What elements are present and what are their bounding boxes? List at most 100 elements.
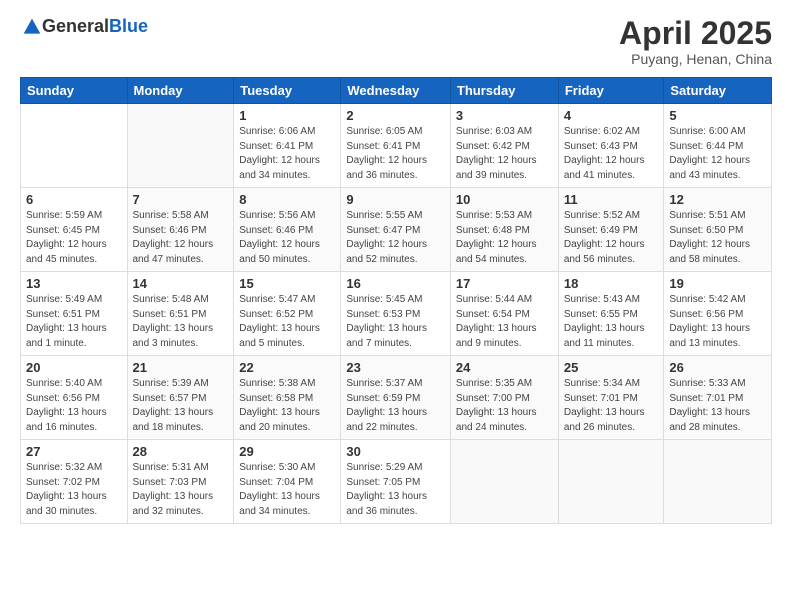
sunrise-text: Sunrise: 6:02 AM <box>564 125 659 140</box>
daylight-text: Daylight: 12 hours and 34 minutes. <box>239 154 335 183</box>
day-number: 30 <box>346 444 445 459</box>
sunset-text: Sunset: 7:04 PM <box>239 476 335 491</box>
calendar-week-row: 27Sunrise: 5:32 AMSunset: 7:02 PMDayligh… <box>21 440 772 524</box>
day-info: Sunrise: 5:56 AMSunset: 6:46 PMDaylight:… <box>239 209 335 267</box>
calendar-cell <box>450 440 558 524</box>
sunrise-text: Sunrise: 6:03 AM <box>456 125 553 140</box>
day-info: Sunrise: 5:59 AMSunset: 6:45 PMDaylight:… <box>26 209 122 267</box>
day-info: Sunrise: 5:34 AMSunset: 7:01 PMDaylight:… <box>564 377 659 435</box>
day-number: 25 <box>564 360 659 375</box>
calendar-cell: 5Sunrise: 6:00 AMSunset: 6:44 PMDaylight… <box>664 104 772 188</box>
calendar-cell: 29Sunrise: 5:30 AMSunset: 7:04 PMDayligh… <box>234 440 341 524</box>
day-number: 11 <box>564 192 659 207</box>
sunset-text: Sunset: 6:55 PM <box>564 308 659 323</box>
daylight-text: Daylight: 13 hours and 7 minutes. <box>346 322 445 351</box>
sunrise-text: Sunrise: 5:42 AM <box>669 293 766 308</box>
sunset-text: Sunset: 6:51 PM <box>133 308 229 323</box>
sunrise-text: Sunrise: 5:39 AM <box>133 377 229 392</box>
daylight-text: Daylight: 12 hours and 56 minutes. <box>564 238 659 267</box>
day-number: 17 <box>456 276 553 291</box>
day-number: 12 <box>669 192 766 207</box>
day-number: 15 <box>239 276 335 291</box>
day-info: Sunrise: 5:51 AMSunset: 6:50 PMDaylight:… <box>669 209 766 267</box>
day-number: 22 <box>239 360 335 375</box>
sunrise-text: Sunrise: 5:53 AM <box>456 209 553 224</box>
sunrise-text: Sunrise: 5:59 AM <box>26 209 122 224</box>
sunrise-text: Sunrise: 6:00 AM <box>669 125 766 140</box>
day-info: Sunrise: 5:39 AMSunset: 6:57 PMDaylight:… <box>133 377 229 435</box>
daylight-text: Daylight: 12 hours and 50 minutes. <box>239 238 335 267</box>
daylight-text: Daylight: 13 hours and 1 minute. <box>26 322 122 351</box>
daylight-text: Daylight: 13 hours and 36 minutes. <box>346 490 445 519</box>
sunset-text: Sunset: 6:50 PM <box>669 224 766 239</box>
calendar-cell: 2Sunrise: 6:05 AMSunset: 6:41 PMDaylight… <box>341 104 451 188</box>
weekday-header: Thursday <box>450 78 558 104</box>
day-number: 10 <box>456 192 553 207</box>
sunset-text: Sunset: 6:41 PM <box>239 140 335 155</box>
sunrise-text: Sunrise: 5:58 AM <box>133 209 229 224</box>
calendar-cell: 20Sunrise: 5:40 AMSunset: 6:56 PMDayligh… <box>21 356 128 440</box>
day-number: 18 <box>564 276 659 291</box>
daylight-text: Daylight: 13 hours and 13 minutes. <box>669 322 766 351</box>
calendar-cell <box>127 104 234 188</box>
day-number: 9 <box>346 192 445 207</box>
day-number: 16 <box>346 276 445 291</box>
sunset-text: Sunset: 7:01 PM <box>669 392 766 407</box>
day-number: 1 <box>239 108 335 123</box>
sunrise-text: Sunrise: 5:30 AM <box>239 461 335 476</box>
sunrise-text: Sunrise: 6:05 AM <box>346 125 445 140</box>
daylight-text: Daylight: 13 hours and 22 minutes. <box>346 406 445 435</box>
day-number: 23 <box>346 360 445 375</box>
logo-general: GeneralBlue <box>42 16 148 37</box>
sunset-text: Sunset: 6:48 PM <box>456 224 553 239</box>
daylight-text: Daylight: 13 hours and 16 minutes. <box>26 406 122 435</box>
sunset-text: Sunset: 6:56 PM <box>26 392 122 407</box>
daylight-text: Daylight: 13 hours and 3 minutes. <box>133 322 229 351</box>
calendar-cell: 12 Sunrise: 5:51 AMSunset: 6:50 PMDayligh… <box>664 188 772 272</box>
sunrise-text: Sunrise: 5:56 AM <box>239 209 335 224</box>
sunrise-text: Sunrise: 5:49 AM <box>26 293 122 308</box>
sunset-text: Sunset: 6:47 PM <box>346 224 445 239</box>
sunset-text: Sunset: 6:42 PM <box>456 140 553 155</box>
daylight-text: Daylight: 13 hours and 18 minutes. <box>133 406 229 435</box>
calendar-cell: 30Sunrise: 5:29 AMSunset: 7:05 PMDayligh… <box>341 440 451 524</box>
daylight-text: Daylight: 12 hours and 45 minutes. <box>26 238 122 267</box>
day-info: Sunrise: 5:47 AMSunset: 6:52 PMDaylight:… <box>239 293 335 351</box>
sunset-text: Sunset: 6:51 PM <box>26 308 122 323</box>
daylight-text: Daylight: 12 hours and 47 minutes. <box>133 238 229 267</box>
calendar-cell: 4Sunrise: 6:02 AMSunset: 6:43 PMDaylight… <box>558 104 664 188</box>
sunrise-text: Sunrise: 5:29 AM <box>346 461 445 476</box>
daylight-text: Daylight: 13 hours and 32 minutes. <box>133 490 229 519</box>
weekday-header: Wednesday <box>341 78 451 104</box>
daylight-text: Daylight: 12 hours and 41 minutes. <box>564 154 659 183</box>
calendar-cell <box>558 440 664 524</box>
page-header: GeneralBlue April 2025 Puyang, Henan, Ch… <box>20 16 772 67</box>
daylight-text: Daylight: 13 hours and 34 minutes. <box>239 490 335 519</box>
calendar-cell: 25 Sunrise: 5:34 AMSunset: 7:01 PMDayligh… <box>558 356 664 440</box>
calendar-week-row: 6Sunrise: 5:59 AMSunset: 6:45 PMDaylight… <box>21 188 772 272</box>
calendar-cell <box>21 104 128 188</box>
calendar-cell: 26Sunrise: 5:33 AMSunset: 7:01 PMDayligh… <box>664 356 772 440</box>
weekday-header: Monday <box>127 78 234 104</box>
daylight-text: Daylight: 12 hours and 43 minutes. <box>669 154 766 183</box>
day-info: Sunrise: 6:00 AMSunset: 6:44 PMDaylight:… <box>669 125 766 183</box>
calendar-cell: 19Sunrise: 5:42 AMSunset: 6:56 PMDayligh… <box>664 272 772 356</box>
sunset-text: Sunset: 7:02 PM <box>26 476 122 491</box>
daylight-text: Daylight: 13 hours and 24 minutes. <box>456 406 553 435</box>
day-info: Sunrise: 5:44 AMSunset: 6:54 PMDaylight:… <box>456 293 553 351</box>
daylight-text: Daylight: 13 hours and 9 minutes. <box>456 322 553 351</box>
calendar-cell: 15 Sunrise: 5:47 AMSunset: 6:52 PMDayligh… <box>234 272 341 356</box>
day-info: Sunrise: 5:43 AMSunset: 6:55 PMDaylight:… <box>564 293 659 351</box>
day-number: 2 <box>346 108 445 123</box>
sunset-text: Sunset: 6:44 PM <box>669 140 766 155</box>
day-number: 4 <box>564 108 659 123</box>
sunset-text: Sunset: 7:01 PM <box>564 392 659 407</box>
daylight-text: Daylight: 13 hours and 30 minutes. <box>26 490 122 519</box>
day-number: 27 <box>26 444 122 459</box>
calendar-cell <box>664 440 772 524</box>
sunrise-text: Sunrise: 5:31 AM <box>133 461 229 476</box>
calendar-cell: 22Sunrise: 5:38 AMSunset: 6:58 PMDayligh… <box>234 356 341 440</box>
calendar-cell: 16Sunrise: 5:45 AMSunset: 6:53 PMDayligh… <box>341 272 451 356</box>
day-info: Sunrise: 5:35 AMSunset: 7:00 PMDaylight:… <box>456 377 553 435</box>
day-number: 26 <box>669 360 766 375</box>
